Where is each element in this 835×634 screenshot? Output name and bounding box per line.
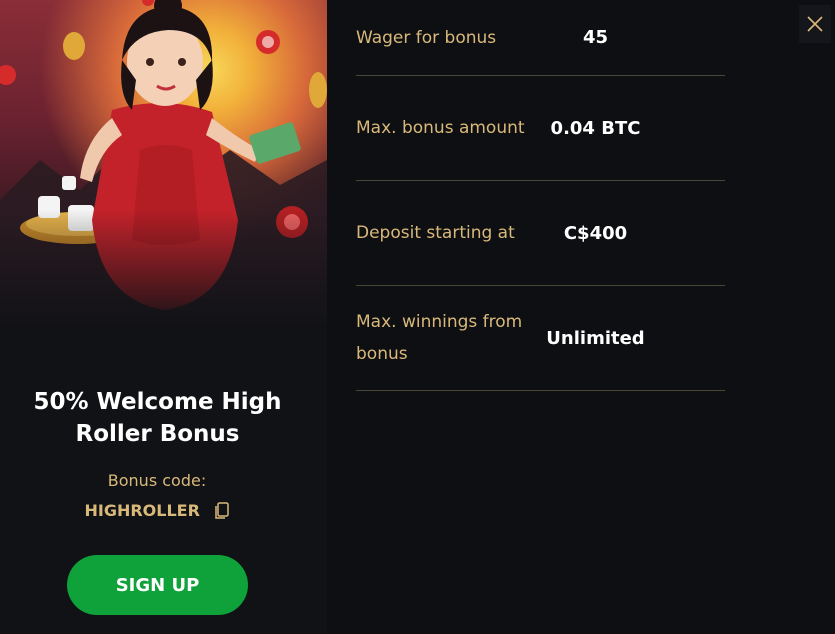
bonus-code-value: HIGHROLLER xyxy=(84,501,200,520)
close-icon xyxy=(807,16,823,32)
promo-hero-image xyxy=(0,0,327,330)
detail-row-max-winnings: Max. winnings from bonus Unlimited xyxy=(356,286,725,391)
detail-label: Max. bonus amount xyxy=(356,118,525,138)
bonus-details-table: Wager for bonus 45 Max. bonus amount 0.0… xyxy=(356,0,725,391)
detail-value: 45 xyxy=(582,27,609,48)
close-button[interactable] xyxy=(799,5,831,43)
detail-value: 0.04 BTC xyxy=(550,117,641,139)
detail-label: Wager for bonus xyxy=(356,27,497,48)
detail-row-deposit: Deposit starting at C$400 xyxy=(356,181,725,286)
detail-label: Deposit starting at xyxy=(356,223,515,243)
detail-row-max-bonus: Max. bonus amount 0.04 BTC xyxy=(356,76,725,181)
bonus-modal: 50% Welcome High Roller Bonus Bonus code… xyxy=(0,0,835,634)
copy-icon-glyph xyxy=(214,501,229,519)
hero-fade-overlay xyxy=(0,210,327,330)
detail-label: Max. winnings from bonus xyxy=(356,312,523,364)
copy-icon[interactable] xyxy=(214,501,230,520)
bonus-code-label: Bonus code: xyxy=(107,471,207,490)
detail-row-wager: Wager for bonus 45 xyxy=(356,0,725,76)
promo-panel: 50% Welcome High Roller Bonus Bonus code… xyxy=(0,0,327,634)
detail-value: C$400 xyxy=(563,222,628,244)
promo-title: 50% Welcome High Roller Bonus xyxy=(33,389,282,447)
bonus-code-row: HIGHROLLER xyxy=(0,500,314,520)
sign-up-button[interactable]: SIGN UP xyxy=(67,555,248,615)
detail-value: Unlimited xyxy=(546,327,645,349)
